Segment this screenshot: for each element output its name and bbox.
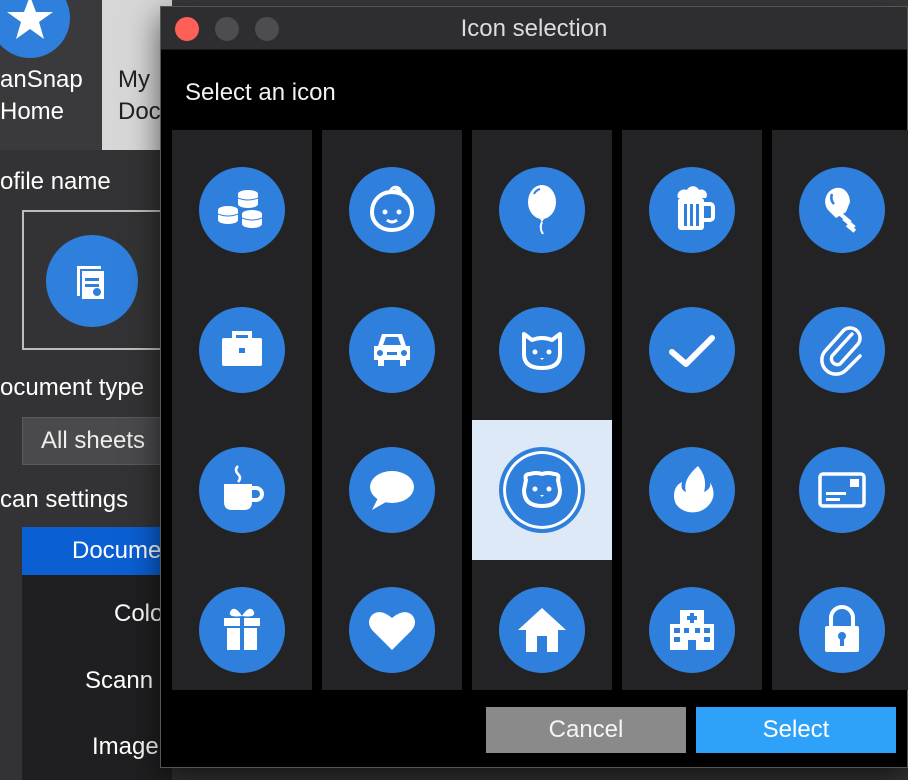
icon-option-checkmark[interactable] bbox=[622, 280, 762, 420]
icon-option-dog[interactable] bbox=[472, 420, 612, 560]
icon-option-balloon[interactable] bbox=[472, 140, 612, 280]
coins-icon bbox=[217, 190, 263, 228]
app-label-line2: Home bbox=[0, 98, 65, 125]
icon-selection-dialog: Icon selection Select an icon Cancel Sel… bbox=[160, 6, 908, 768]
icon-grid bbox=[172, 130, 908, 690]
house-icon bbox=[518, 608, 566, 652]
dialog-title: Icon selection bbox=[460, 15, 608, 42]
hospital-icon bbox=[670, 610, 714, 650]
speech-bubble-icon bbox=[370, 471, 414, 510]
icon-option-flame[interactable] bbox=[622, 420, 762, 560]
settings-item-scanning[interactable]: Scann bbox=[85, 667, 153, 695]
beer-icon bbox=[677, 186, 715, 230]
cancel-button[interactable]: Cancel bbox=[486, 707, 686, 753]
dialog-titlebar[interactable]: Icon selection bbox=[161, 7, 907, 50]
icon-option-lock[interactable] bbox=[772, 560, 908, 700]
car-icon bbox=[374, 334, 410, 366]
lightbulb-icon bbox=[825, 187, 857, 233]
icon-option-postcard[interactable] bbox=[772, 420, 908, 560]
icon-option-coffee[interactable] bbox=[172, 420, 312, 560]
dog-icon bbox=[522, 471, 562, 508]
icon-option-house[interactable] bbox=[472, 560, 612, 700]
checkmark-icon bbox=[669, 335, 715, 367]
icon-option-hospital[interactable] bbox=[622, 560, 762, 700]
coffee-icon bbox=[224, 465, 264, 510]
icon-option-coins[interactable] bbox=[172, 140, 312, 280]
settings-item-image[interactable]: Image bbox=[92, 733, 159, 761]
paperclip-icon bbox=[820, 326, 862, 376]
icon-option-heart[interactable] bbox=[322, 560, 462, 700]
lock-icon bbox=[825, 605, 859, 652]
icon-option-lightbulb[interactable] bbox=[772, 140, 908, 280]
app-label-line1: anSnap bbox=[0, 66, 83, 93]
icon-option-speech-bubble[interactable] bbox=[322, 420, 462, 560]
select-button[interactable]: Select bbox=[696, 707, 896, 753]
icon-option-cat[interactable] bbox=[472, 280, 612, 420]
settings-item-color[interactable]: Colo bbox=[114, 600, 163, 628]
app-label-line2: Doc bbox=[118, 98, 161, 125]
icon-option-beer[interactable] bbox=[622, 140, 762, 280]
document-icon bbox=[46, 235, 138, 327]
icon-option-paperclip[interactable] bbox=[772, 280, 908, 420]
profile-name-label: ofile name bbox=[0, 168, 111, 195]
document-type-label: ocument type bbox=[0, 374, 145, 401]
cat-icon bbox=[522, 332, 562, 370]
icon-option-baby[interactable] bbox=[322, 140, 462, 280]
postcard-icon bbox=[818, 472, 866, 508]
scan-settings-label: can settings bbox=[0, 486, 129, 513]
icon-option-car[interactable] bbox=[322, 280, 462, 420]
balloon-icon bbox=[528, 185, 556, 235]
icon-option-briefcase[interactable] bbox=[172, 280, 312, 420]
flame-icon bbox=[674, 466, 714, 513]
baby-icon bbox=[369, 185, 415, 233]
app-label-line1: My bbox=[118, 66, 150, 93]
icon-option-gift[interactable] bbox=[172, 560, 312, 700]
briefcase-icon bbox=[222, 331, 262, 366]
gift-icon bbox=[224, 608, 260, 650]
dialog-subtitle: Select an icon bbox=[185, 79, 336, 106]
document-type-select[interactable]: All sheets bbox=[22, 417, 172, 465]
heart-icon bbox=[369, 612, 415, 650]
